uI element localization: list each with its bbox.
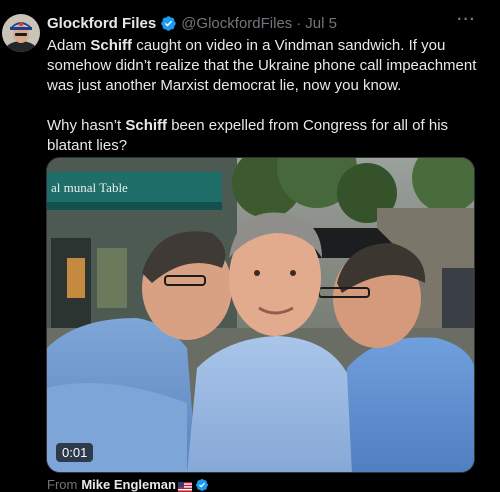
tweet: Glockford Files @GlockfordFiles · Jul 5 … [0, 0, 500, 492]
tweet-date[interactable]: Jul 5 [305, 15, 337, 32]
author-name[interactable]: Glockford Files [47, 15, 156, 32]
tweet-paragraph-2: Why hasn’t Schiff been expelled from Con… [47, 116, 487, 156]
video-frame: al munal Table [47, 158, 474, 472]
video-player[interactable]: al munal Table 0:01 [46, 157, 475, 473]
us-flag-icon [177, 480, 192, 492]
author-handle[interactable]: @GlockfordFiles [181, 15, 292, 32]
author-avatar[interactable] [2, 14, 40, 52]
text-span: Why hasn’t [47, 117, 126, 134]
video-duration-badge: 0:01 [56, 443, 94, 462]
separator-dot: · [296, 14, 302, 32]
restaurant-sign: al munal Table [51, 180, 128, 195]
highlight-term: Schiff [125, 117, 168, 134]
tweet-paragraph-1: Adam Schiff caught on video in a Vindman… [47, 36, 487, 96]
verified-badge-icon[interactable] [160, 15, 177, 32]
tweet-text: Adam Schiff caught on video in a Vindman… [47, 36, 487, 156]
highlight-term: Schiff [90, 37, 133, 54]
attribution-name[interactable]: Mike Engleman [81, 477, 176, 492]
video-attribution: From Mike Engleman [47, 477, 209, 492]
text-span: Adam [47, 37, 91, 54]
attribution-prefix: From [47, 477, 78, 492]
tweet-header: Glockford Files @GlockfordFiles · Jul 5 [47, 13, 472, 33]
verified-badge-icon[interactable] [195, 478, 209, 492]
more-options-icon[interactable]: ··· [457, 11, 476, 29]
